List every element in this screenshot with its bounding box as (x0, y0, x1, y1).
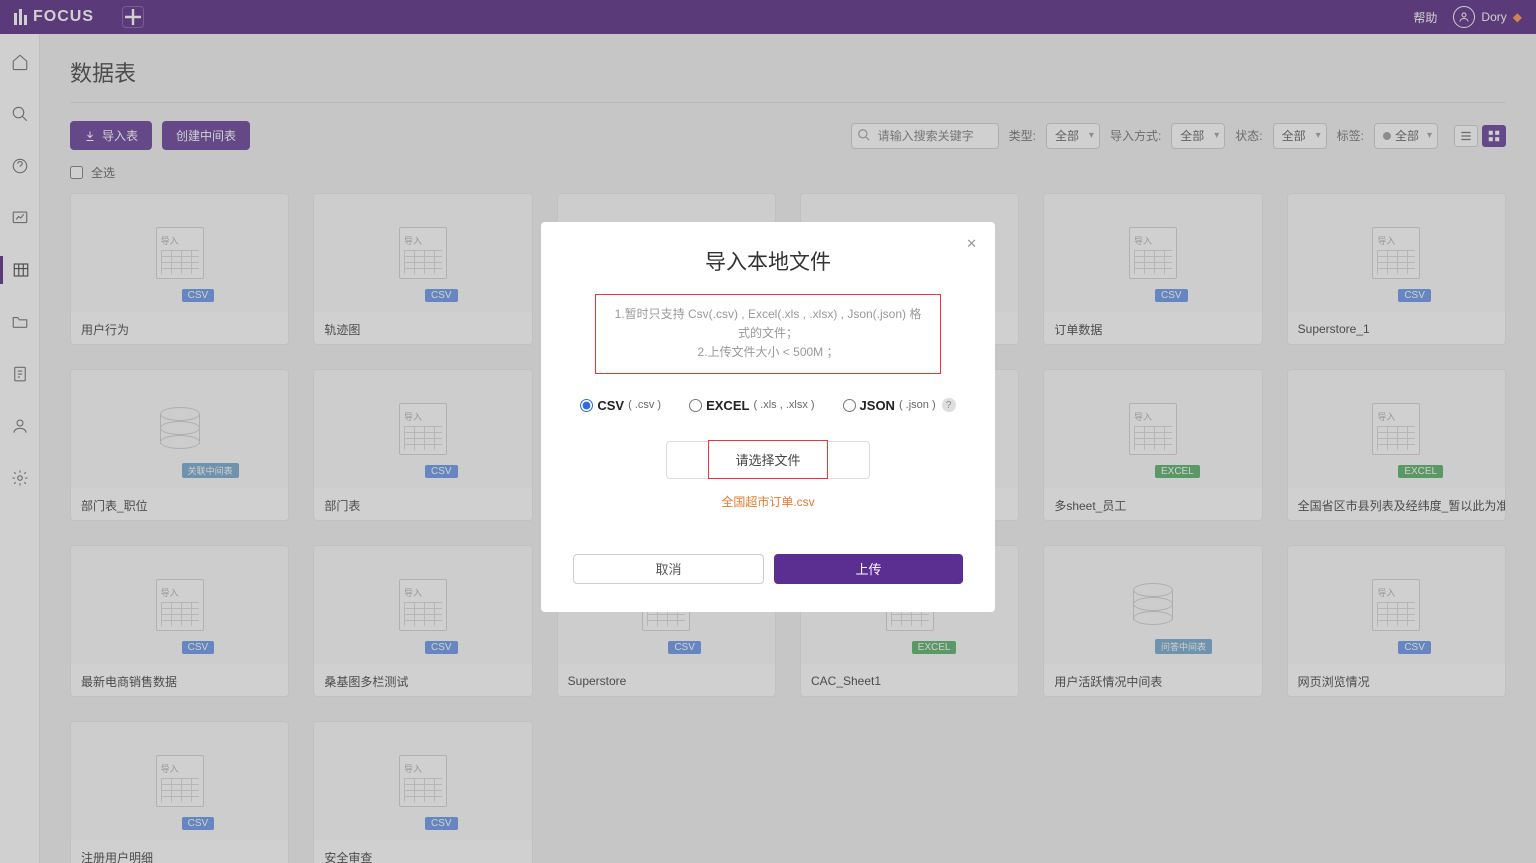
radio-json[interactable]: JSON( .json ) ? (843, 398, 956, 413)
hint-box: 1.暂时只支持 Csv(.csv) , Excel(.xls , .xlsx) … (595, 294, 941, 374)
radio-excel[interactable]: EXCEL( .xls , .xlsx ) (689, 398, 814, 413)
modal-title: 导入本地文件 (573, 246, 963, 276)
modal-overlay[interactable]: ✕ 导入本地文件 1.暂时只支持 Csv(.csv) , Excel(.xls … (0, 0, 1536, 863)
selected-file-name: 全国超市订单.csv (573, 493, 963, 510)
file-type-radios: CSV( .csv ) EXCEL( .xls , .xlsx ) JSON( … (573, 398, 963, 413)
cancel-button[interactable]: 取消 (573, 554, 764, 584)
import-modal: ✕ 导入本地文件 1.暂时只支持 Csv(.csv) , Excel(.xls … (541, 222, 995, 612)
radio-excel-input[interactable] (689, 399, 702, 412)
select-file-button[interactable]: 请选择文件 (708, 440, 827, 479)
hint-line-1: 1.暂时只支持 Csv(.csv) , Excel(.xls , .xlsx) … (612, 305, 924, 343)
hint-line-2: 2.上传文件大小 < 500M ； (612, 343, 924, 362)
upload-button[interactable]: 上传 (774, 554, 963, 584)
help-icon[interactable]: ? (942, 398, 956, 412)
modal-actions: 取消 上传 (573, 554, 963, 584)
file-select-area: 请选择文件 (666, 441, 870, 479)
radio-csv-input[interactable] (580, 399, 593, 412)
radio-json-input[interactable] (843, 399, 856, 412)
radio-csv[interactable]: CSV( .csv ) (580, 398, 661, 413)
close-icon[interactable]: ✕ (966, 236, 977, 252)
